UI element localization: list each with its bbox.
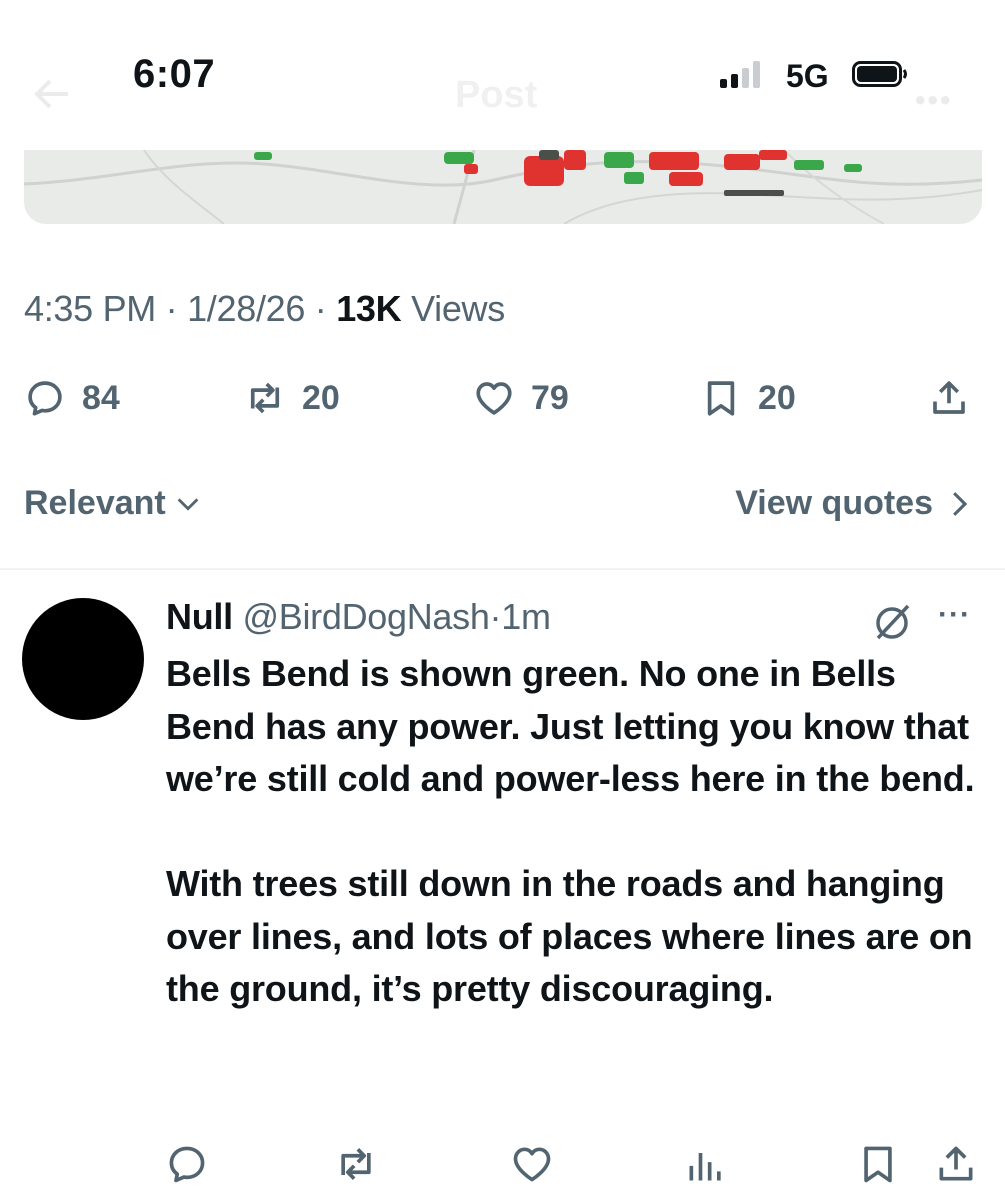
network-label: 5G — [786, 58, 829, 94]
post-meta: 4:35 PM · 1/28/26 · 13K Views — [24, 288, 505, 330]
views-count: 13K — [336, 288, 402, 329]
nav-title: Post — [455, 74, 538, 116]
reply-bookmark-button[interactable] — [856, 1142, 900, 1186]
reply-repost-button[interactable] — [334, 1142, 378, 1186]
bookmark-count: 20 — [758, 378, 796, 417]
reply-time: 1m — [501, 596, 551, 637]
sort-dropdown[interactable]: Relevant — [24, 484, 202, 523]
heart-icon — [513, 1147, 551, 1182]
reply-handle[interactable]: @BirdDogNash — [243, 596, 490, 637]
repost-count: 20 — [302, 378, 340, 417]
reply-paragraph: Bells Bend is shown green. No one in Bel… — [166, 653, 975, 799]
more-icon[interactable]: ••• — [915, 84, 953, 118]
like-button[interactable]: 79 — [473, 376, 569, 420]
view-quotes-link[interactable]: View quotes — [735, 484, 971, 523]
repost-button[interactable]: 20 — [244, 376, 340, 420]
status-time: 6:07 — [133, 52, 216, 96]
sort-label: Relevant — [24, 484, 166, 522]
bookmark-button[interactable]: 20 — [700, 376, 796, 420]
bookmark-icon — [864, 1146, 892, 1183]
back-arrow-icon[interactable] — [32, 74, 72, 114]
reply-count: 84 — [82, 378, 120, 417]
grok-icon[interactable] — [872, 602, 912, 642]
reply-paragraph: With trees still down in the roads and h… — [166, 863, 973, 1009]
share-button[interactable] — [928, 376, 970, 420]
meta-separator: · — [314, 288, 327, 329]
reply-header: Null @BirdDogNash·1m — [166, 596, 551, 638]
reply-share-button[interactable] — [934, 1142, 978, 1186]
divider — [0, 568, 1005, 570]
reply-views-button[interactable] — [684, 1142, 728, 1186]
analytics-icon — [689, 1153, 721, 1181]
view-quotes-label: View quotes — [735, 484, 933, 522]
repost-icon — [341, 1148, 371, 1180]
reply-author-name[interactable]: Null — [166, 596, 233, 637]
battery-icon — [852, 61, 907, 87]
bookmark-icon — [707, 381, 735, 416]
post-date: 1/28/26 — [187, 288, 306, 329]
chevron-down-icon — [177, 497, 199, 511]
reply-text: Bells Bend is shown green. No one in Bel… — [166, 648, 986, 1016]
outage-map-image[interactable] — [24, 150, 982, 224]
views-label: Views — [411, 288, 505, 329]
heart-icon — [476, 382, 512, 415]
reply-separator: · — [489, 596, 502, 637]
repost-icon — [250, 382, 280, 414]
reply-icon — [169, 1146, 205, 1183]
reply-button[interactable]: 84 — [24, 376, 120, 420]
share-icon — [939, 1146, 973, 1181]
avatar[interactable] — [22, 598, 144, 720]
reply-like-button[interactable] — [510, 1142, 554, 1186]
share-icon — [933, 381, 965, 414]
meta-separator: · — [165, 288, 178, 329]
post-time: 4:35 PM — [24, 288, 156, 329]
chevron-right-icon — [953, 491, 968, 516]
reply-icon — [28, 381, 62, 416]
reply-reply-button[interactable] — [165, 1142, 209, 1186]
signal-icon — [720, 60, 760, 88]
reply-more-icon[interactable]: ··· — [938, 598, 971, 632]
like-count: 79 — [531, 378, 569, 417]
